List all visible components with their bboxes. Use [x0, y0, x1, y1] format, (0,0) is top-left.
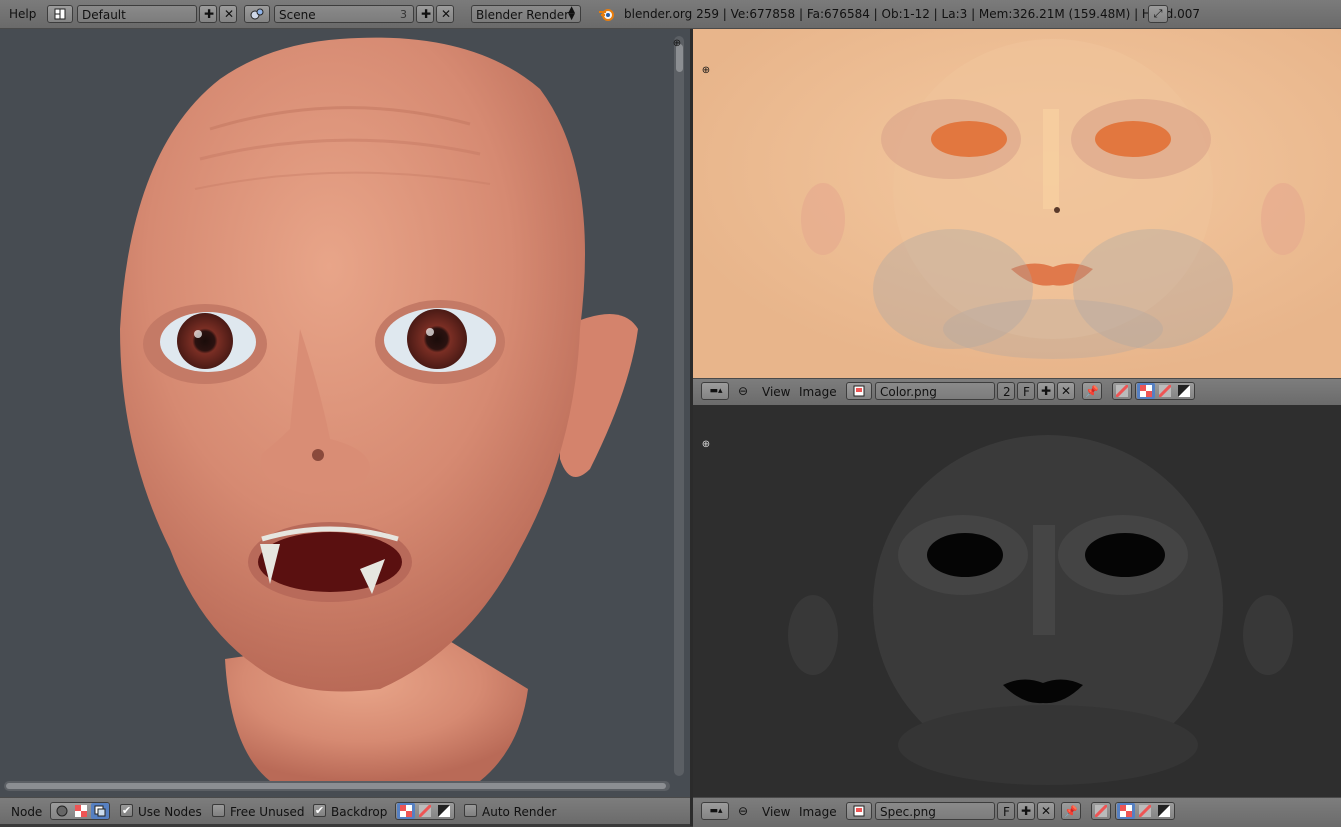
free-unused-label: Free Unused — [230, 805, 305, 819]
draw-channels-toggle[interactable] — [1112, 382, 1132, 400]
display-channels-group — [1115, 802, 1175, 820]
plus-icon: ✚ — [1040, 384, 1052, 398]
blender-logo-icon — [598, 6, 616, 22]
node-editor-header: Node ✔ Use Nodes Free Unused ✔ Backdrop … — [0, 797, 690, 824]
close-icon: ✕ — [223, 7, 235, 21]
alpha-only-icon[interactable] — [1155, 803, 1173, 819]
color-texture-image — [693, 29, 1341, 378]
new-image-button[interactable]: ✚ — [1037, 382, 1055, 400]
new-image-button[interactable]: ✚ — [1017, 802, 1035, 820]
image-editor-bottom-header: ▬▴ ⊖ View Image Spec.png F ✚ ✕ 📌 — [693, 797, 1341, 827]
alpha-channel-icon[interactable] — [1156, 383, 1174, 399]
cursor-icon: ⊕ — [701, 64, 711, 76]
image-name-field[interactable]: Spec.png — [875, 802, 995, 820]
draw-channels-toggle[interactable] — [1091, 802, 1111, 820]
view-menu[interactable]: View — [762, 385, 790, 399]
pin-icon: 📌 — [1085, 384, 1099, 398]
color-channel-icon[interactable] — [397, 803, 415, 819]
render-engine-select[interactable]: Blender Render ▲ ▼ — [471, 5, 581, 23]
horizontal-scroll-thumb[interactable] — [6, 783, 666, 789]
plus-icon: ✚ — [1020, 804, 1032, 818]
image-menu[interactable]: Image — [799, 385, 837, 399]
alpha-channel-icon[interactable] — [1136, 803, 1154, 819]
close-icon: ✕ — [1040, 804, 1052, 818]
spec-texture-canvas[interactable]: ⊕ — [693, 405, 1341, 797]
editor-type-select[interactable]: ▬▴ — [701, 802, 729, 820]
backdrop-channels-group — [395, 802, 455, 820]
screen-layout-icon[interactable] — [47, 5, 73, 23]
head-render-backdrop — [120, 37, 638, 781]
editor-type-select[interactable]: ▬▴ — [701, 382, 729, 400]
free-unused-checkbox[interactable] — [212, 804, 225, 817]
scene-field[interactable]: Scene 3 — [274, 5, 414, 23]
updown-arrows-icon: ▲ ▼ — [568, 5, 575, 22]
alpha-only-icon[interactable] — [1175, 383, 1193, 399]
texture-paint-icon — [1115, 384, 1129, 398]
remove-screen-button[interactable]: ✕ — [219, 5, 237, 23]
scene-icon[interactable] — [244, 5, 270, 23]
help-menu[interactable]: Help — [9, 7, 36, 21]
view-plus-icon[interactable]: ⊕ — [671, 37, 683, 49]
backdrop-label: Backdrop — [331, 805, 388, 819]
backdrop-checkbox[interactable]: ✔ — [313, 804, 326, 817]
auto-render-label: Auto Render — [482, 805, 557, 819]
collapse-menu-icon[interactable]: ⊖ — [737, 804, 749, 818]
pin-icon: 📌 — [1064, 804, 1078, 818]
render-engine-value: Blender Render — [476, 8, 570, 22]
plus-icon: ✚ — [420, 7, 432, 21]
scene-users-count: 3 — [400, 8, 407, 21]
image-browse-icon — [850, 383, 868, 399]
auto-render-checkbox[interactable] — [464, 804, 477, 817]
color-texture-canvas[interactable]: ⊕ — [693, 29, 1341, 378]
compositing-nodes-icon[interactable] — [91, 803, 109, 819]
image-editor-top-header: ▬▴ ⊖ View Image Color.png 2 F ✚ ✕ 📌 — [693, 378, 1341, 405]
fake-user-button[interactable]: F — [997, 802, 1015, 820]
spec-texture-image — [693, 405, 1341, 797]
view-menu[interactable]: View — [762, 805, 790, 819]
image-users-count: 2 — [997, 382, 1015, 400]
display-channels-group — [1135, 382, 1195, 400]
remove-scene-button[interactable]: ✕ — [436, 5, 454, 23]
color-channel-icon[interactable] — [1117, 803, 1135, 819]
unlink-image-button[interactable]: ✕ — [1037, 802, 1055, 820]
scene-name: Scene — [279, 8, 316, 22]
alpha-channel-icon[interactable] — [416, 803, 434, 819]
close-icon: ✕ — [1060, 384, 1072, 398]
collapse-menu-icon[interactable]: ⊖ — [737, 384, 749, 398]
alpha-only-icon[interactable] — [435, 803, 453, 819]
vertical-scrollbar[interactable] — [674, 36, 684, 776]
unlink-image-button[interactable]: ✕ — [1057, 382, 1075, 400]
material-nodes-icon[interactable] — [53, 803, 71, 819]
image-browse-icon — [850, 803, 868, 819]
node-editor-backdrop[interactable] — [0, 29, 690, 797]
pin-image-button[interactable]: 📌 — [1061, 802, 1081, 820]
use-nodes-checkbox[interactable]: ✔ — [120, 804, 133, 817]
color-channel-icon[interactable] — [1137, 383, 1155, 399]
texture-paint-icon — [1094, 804, 1108, 818]
fake-user-button[interactable]: F — [1017, 382, 1035, 400]
pin-image-button[interactable]: 📌 — [1082, 382, 1102, 400]
top-info-header: Help Default ✚ ✕ Scene 3 ✚ ✕ Blender Ren… — [0, 0, 1341, 29]
node-tree-type-group — [50, 802, 110, 820]
texture-nodes-icon[interactable] — [72, 803, 90, 819]
cursor-icon: ⊕ — [701, 438, 711, 450]
image-editor-icon: ▬▴ — [709, 806, 723, 816]
use-nodes-label: Use Nodes — [138, 805, 202, 819]
browse-image-button[interactable] — [846, 802, 872, 820]
browse-image-button[interactable] — [846, 382, 872, 400]
fullscreen-icon: ⤢ — [1153, 7, 1163, 20]
image-editor-icon: ▬▴ — [709, 386, 723, 396]
image-menu[interactable]: Image — [799, 805, 837, 819]
plus-icon: ✚ — [203, 7, 215, 21]
node-menu[interactable]: Node — [11, 805, 42, 819]
status-stats: blender.org 259 | Ve:677858 | Fa:676584 … — [624, 7, 1201, 21]
add-screen-button[interactable]: ✚ — [199, 5, 217, 23]
screen-layout-field[interactable]: Default — [77, 5, 197, 23]
image-name-field[interactable]: Color.png — [875, 382, 995, 400]
close-icon: ✕ — [440, 7, 452, 21]
add-scene-button[interactable]: ✚ — [416, 5, 434, 23]
fullscreen-toggle-button[interactable]: ⤢ — [1148, 5, 1168, 23]
